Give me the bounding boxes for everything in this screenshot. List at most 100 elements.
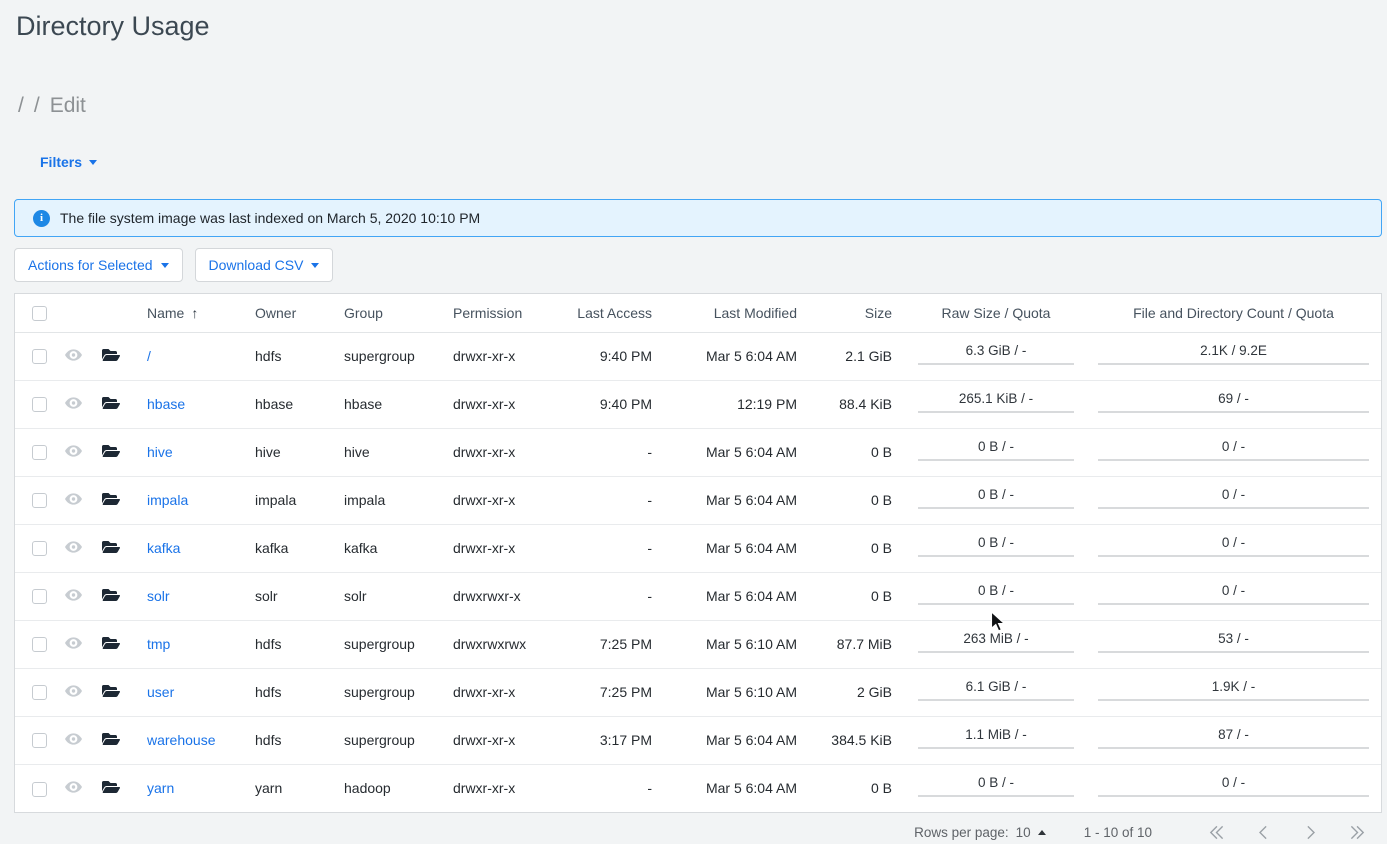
row-checkbox[interactable] [32,349,47,364]
group-cell: hbase [344,380,453,428]
header-last-modified[interactable]: Last Modified [666,294,811,332]
next-page-button[interactable] [1300,822,1321,843]
raw-size-quota-bar: 0 B / - [918,775,1074,797]
permission-cell: drwxrwxr-x [453,572,576,620]
header-file-dir-count-quota[interactable]: File and Directory Count / Quota [1086,294,1381,332]
header-size[interactable]: Size [811,294,906,332]
first-page-button[interactable] [1206,822,1227,843]
pagination-range: 1 - 10 of 10 [1084,825,1152,840]
breadcrumb-separator: / [34,94,40,117]
permission-cell: drwxr-xr-x [453,716,576,764]
preview-eye-icon[interactable] [65,781,82,793]
row-checkbox[interactable] [32,541,47,556]
directory-link[interactable]: impala [147,492,188,508]
row-checkbox[interactable] [32,397,47,412]
owner-cell: kafka [255,524,344,572]
file-dir-count-quota-bar: 69 / - [1098,391,1369,413]
actions-for-selected-button[interactable]: Actions for Selected [14,248,183,282]
size-cell: 0 B [811,764,906,812]
preview-eye-icon[interactable] [65,541,82,553]
last-access-cell: 9:40 PM [576,332,666,380]
header-owner[interactable]: Owner [255,294,344,332]
permission-cell: drwxr-xr-x [453,332,576,380]
last-modified-cell: Mar 5 6:04 AM [666,764,811,812]
directory-link[interactable]: hive [147,444,173,460]
size-cell: 0 B [811,524,906,572]
table-row: tmp hdfs supergroup drwxrwxrwx 7:25 PM M… [15,620,1381,668]
group-cell: supergroup [344,332,453,380]
header-last-access[interactable]: Last Access [576,294,666,332]
row-checkbox[interactable] [32,733,47,748]
row-checkbox[interactable] [32,589,47,604]
raw-size-quota-bar: 0 B / - [918,535,1074,557]
sort-ascending-icon: ↑ [191,305,198,321]
rows-per-page-label: Rows per page: [914,825,1009,840]
header-raw-size-quota[interactable]: Raw Size / Quota [906,294,1086,332]
directory-link[interactable]: yarn [147,780,174,796]
directory-link[interactable]: kafka [147,540,180,556]
download-csv-label: Download CSV [209,257,304,273]
last-modified-cell: Mar 5 6:04 AM [666,428,811,476]
header-permission[interactable]: Permission [453,294,576,332]
header-type-column [91,294,131,332]
table-body: / hdfs supergroup drwxr-xr-x 9:40 PM Mar… [15,332,1381,812]
directory-link[interactable]: solr [147,588,170,604]
last-page-button[interactable] [1347,822,1368,843]
file-dir-count-quota-bar: 0 / - [1098,535,1369,557]
directory-link[interactable]: user [147,684,174,700]
file-dir-count-quota-bar: 2.1K / 9.2E [1098,343,1369,365]
directory-link[interactable]: warehouse [147,732,216,748]
header-name[interactable]: Name↑ [131,294,255,332]
preview-eye-icon[interactable] [65,733,82,745]
directory-link[interactable]: / [147,348,151,364]
folder-open-icon [102,587,120,603]
size-cell: 0 B [811,476,906,524]
last-access-cell: 7:25 PM [576,620,666,668]
preview-eye-icon[interactable] [65,589,82,601]
size-cell: 384.5 KiB [811,716,906,764]
row-checkbox[interactable] [32,445,47,460]
breadcrumb-root-link[interactable]: / [18,94,24,117]
folder-open-icon [102,539,120,555]
group-cell: supergroup [344,668,453,716]
group-cell: supergroup [344,620,453,668]
preview-eye-icon[interactable] [65,397,82,409]
raw-size-quota-bar: 6.3 GiB / - [918,343,1074,365]
header-group[interactable]: Group [344,294,453,332]
last-access-cell: - [576,572,666,620]
permission-cell: drwxrwxrwx [453,620,576,668]
row-checkbox[interactable] [32,685,47,700]
preview-eye-icon[interactable] [65,349,82,361]
directory-link[interactable]: hbase [147,396,185,412]
size-cell: 87.7 MiB [811,620,906,668]
folder-open-icon [102,347,120,363]
last-modified-cell: Mar 5 6:10 AM [666,668,811,716]
preview-eye-icon[interactable] [65,493,82,505]
breadcrumb-edit-link[interactable]: Edit [50,94,86,117]
permission-cell: drwxr-xr-x [453,428,576,476]
raw-size-quota-bar: 0 B / - [918,439,1074,461]
owner-cell: solr [255,572,344,620]
size-cell: 0 B [811,428,906,476]
last-access-cell: 3:17 PM [576,716,666,764]
row-checkbox[interactable] [32,637,47,652]
row-checkbox[interactable] [32,782,47,797]
page-title: Directory Usage [0,0,1387,42]
rows-per-page-control[interactable]: Rows per page: 10 [914,825,1046,840]
preview-eye-icon[interactable] [65,685,82,697]
preview-eye-icon[interactable] [65,637,82,649]
directory-link[interactable]: tmp [147,636,170,652]
download-csv-button[interactable]: Download CSV [195,248,334,282]
rows-per-page-value: 10 [1016,825,1031,840]
caret-down-icon [161,263,169,268]
last-modified-cell: Mar 5 6:04 AM [666,332,811,380]
previous-page-button[interactable] [1253,822,1274,843]
table-row: hbase hbase hbase drwxr-xr-x 9:40 PM 12:… [15,380,1381,428]
preview-eye-icon[interactable] [65,445,82,457]
filters-toggle[interactable]: Filters [40,154,97,170]
select-all-checkbox[interactable] [32,306,47,321]
header-preview-column [55,294,91,332]
file-dir-count-quota-bar: 87 / - [1098,727,1369,749]
breadcrumb: / / Edit [0,42,1387,118]
row-checkbox[interactable] [32,493,47,508]
